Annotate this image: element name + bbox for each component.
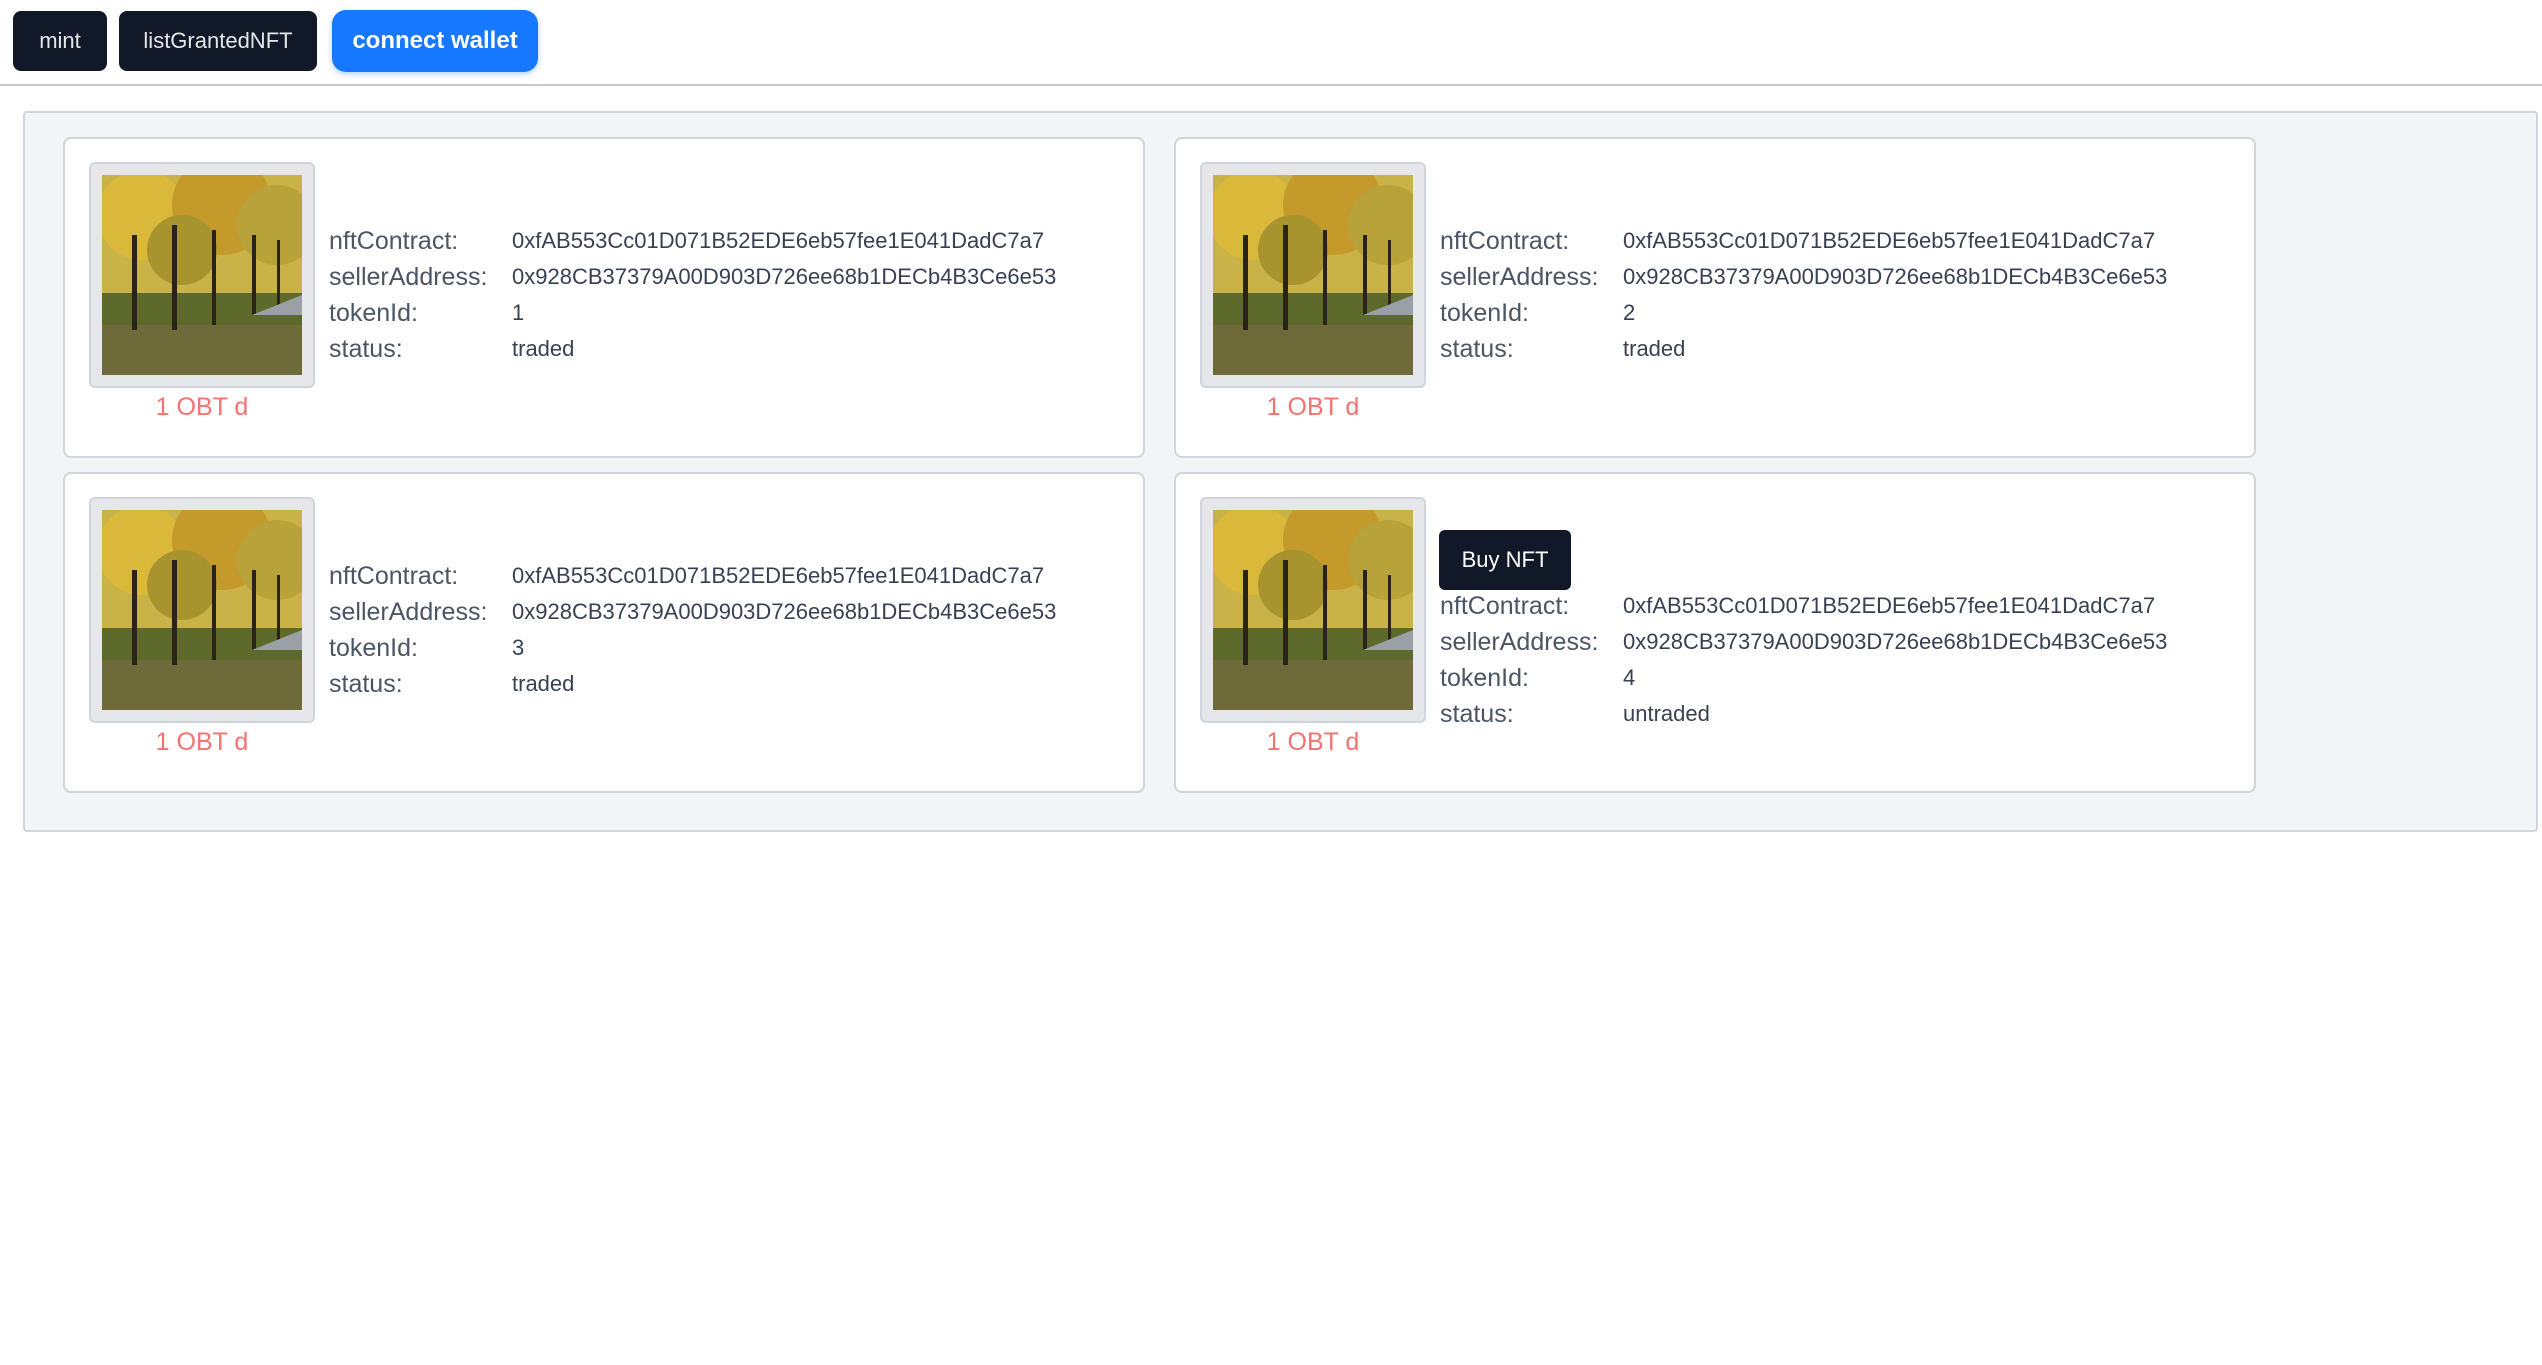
autumn-trees-photo-icon — [102, 175, 302, 375]
mint-button[interactable]: mint — [13, 11, 107, 71]
status-value: traded — [512, 671, 575, 696]
seller-address-label: sellerAddress: — [329, 598, 488, 626]
list-granted-nft-button[interactable]: listGrantedNFT — [119, 11, 317, 71]
seller-address-value: 0x928CB37379A00D903D726ee68b1DECb4B3Ce6e… — [512, 599, 1057, 624]
token-id-label: tokenId: — [329, 299, 418, 327]
buy-nft-button[interactable]: Buy NFT — [1439, 530, 1571, 590]
status-value: untraded — [1623, 701, 1710, 726]
nft-contract-value: 0xfAB553Cc01D071B52EDE6eb57fee1E041DadC7… — [1623, 593, 2156, 618]
status-value: traded — [1623, 336, 1686, 361]
token-id-value: 1 — [512, 300, 525, 325]
nft-card: 1 OBT d nftContract: 0xfAB553Cc01D071B52E… — [1174, 137, 2256, 458]
autumn-trees-photo-icon — [1213, 175, 1413, 375]
price-label: 1 OBT d — [1266, 728, 1360, 756]
nft-contract-label: nftContract: — [329, 227, 459, 255]
seller-address-value: 0x928CB37379A00D903D726ee68b1DECb4B3Ce6e… — [1623, 629, 2168, 654]
status-value: traded — [512, 336, 575, 361]
status-label: status: — [329, 670, 403, 698]
token-id-label: tokenId: — [1440, 664, 1529, 692]
nft-image-frame — [89, 162, 315, 388]
autumn-trees-photo-icon — [102, 510, 302, 710]
token-id-value: 3 — [512, 635, 525, 660]
seller-address-label: sellerAddress: — [329, 263, 488, 291]
nft-image-frame — [1200, 497, 1426, 723]
price-label: 1 OBT d — [1266, 393, 1360, 421]
price-label: 1 OBT d — [155, 393, 249, 421]
nft-image-frame — [1200, 162, 1426, 388]
nft-image-frame — [89, 497, 315, 723]
nft-contract-value: 0xfAB553Cc01D071B52EDE6eb57fee1E041DadC7… — [1623, 228, 2156, 253]
nft-contract-value: 0xfAB553Cc01D071B52EDE6eb57fee1E041DadC7… — [512, 228, 1045, 253]
token-id-value: 4 — [1623, 665, 1636, 690]
nft-contract-label: nftContract: — [329, 562, 459, 590]
nft-contract-label: nftContract: — [1440, 227, 1570, 255]
nft-card: 1 OBT d nftContract: 0xfAB553Cc01D071B52E… — [63, 472, 1145, 793]
top-bar: mint listGrantedNFT connect wallet — [0, 0, 2542, 86]
status-label: status: — [1440, 335, 1514, 363]
token-id-label: tokenId: — [1440, 299, 1529, 327]
nft-card: 1 OBT d nftContract: 0xfAB553Cc01D071B52E… — [63, 137, 1145, 458]
connect-wallet-button[interactable]: connect wallet — [332, 10, 538, 72]
seller-address-value: 0x928CB37379A00D903D726ee68b1DECb4B3Ce6e… — [512, 264, 1057, 289]
token-id-label: tokenId: — [329, 634, 418, 662]
status-label: status: — [1440, 700, 1514, 728]
autumn-trees-photo-icon — [1213, 510, 1413, 710]
price-label: 1 OBT d — [155, 728, 249, 756]
nft-card: 1 OBT d Buy NFT nftContract: 0xfAB553Cc01… — [1174, 472, 2256, 793]
seller-address-value: 0x928CB37379A00D903D726ee68b1DECb4B3Ce6e… — [1623, 264, 2168, 289]
nft-list-panel: 1 OBT d nftContract: 0xfAB553Cc01D071B52E… — [23, 111, 2538, 832]
seller-address-label: sellerAddress: — [1440, 263, 1599, 291]
status-label: status: — [329, 335, 403, 363]
nft-contract-label: nftContract: — [1440, 592, 1570, 620]
seller-address-label: sellerAddress: — [1440, 628, 1599, 656]
nft-contract-value: 0xfAB553Cc01D071B52EDE6eb57fee1E041DadC7… — [512, 563, 1045, 588]
token-id-value: 2 — [1623, 300, 1636, 325]
